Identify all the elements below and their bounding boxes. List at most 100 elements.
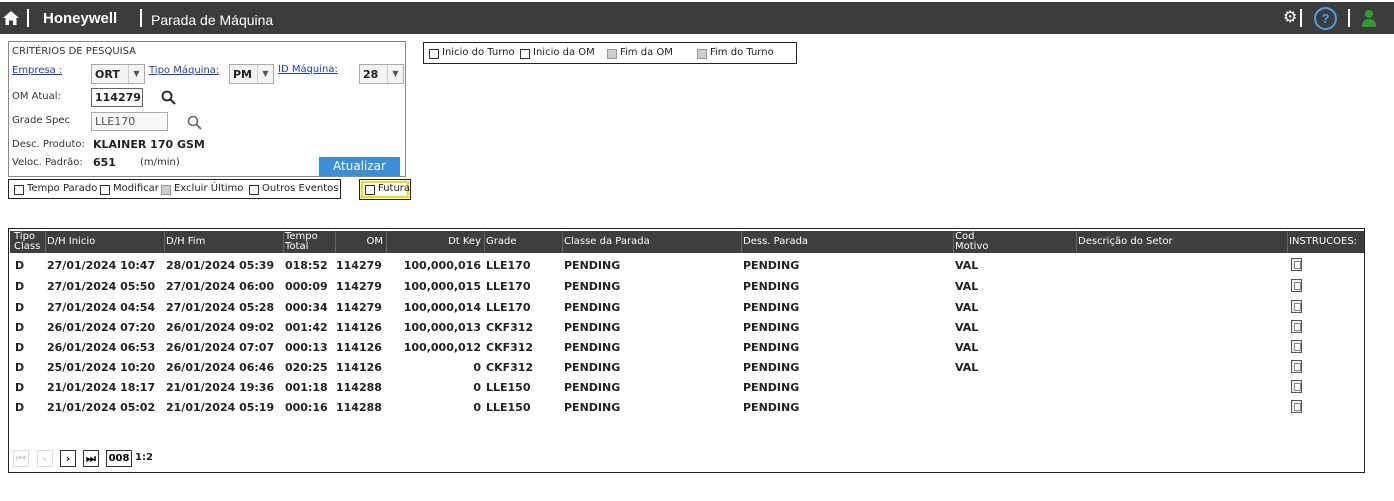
table-row[interactable]: D 21/01/2024 05:02 21/01/2024 05:19 000:16 1…	[10, 397, 1364, 417]
cell-tempo: 000:13	[285, 341, 328, 354]
search-icon[interactable]	[187, 115, 202, 130]
empresa-link[interactable]: Empresa :	[12, 65, 62, 76]
tipo-maquina-link[interactable]: Tipo Máquina:	[149, 65, 219, 76]
table-row[interactable]: D 27/01/2024 10:47 28/01/2024 05:39 018:52 1…	[10, 255, 1364, 275]
id-maquina-link[interactable]: ID Máquina:	[278, 64, 338, 75]
table-row[interactable]: D 26/01/2024 06:53 26/01/2024 07:07 000:13 1…	[10, 337, 1364, 357]
col-tempo-total[interactable]: Tempo Total	[285, 232, 318, 252]
option-futura: Futura	[378, 183, 411, 194]
update-button[interactable]: Atualizar	[319, 157, 400, 176]
future-option-box: Futura	[359, 179, 411, 200]
option-tempo-parado: Tempo Parado	[27, 183, 98, 194]
cell-om: 114279	[336, 280, 382, 293]
document-icon[interactable]	[1291, 300, 1302, 313]
cell-tempo: 001:18	[285, 381, 328, 394]
col-dt-key[interactable]: Dt Key	[388, 237, 481, 247]
cell-grade: LLE170	[486, 259, 531, 272]
cell-dtkey: 100,000,015	[403, 280, 481, 293]
om-input[interactable]: 114279	[91, 88, 143, 107]
col-dh-inicio[interactable]: D/H Inicio	[47, 237, 95, 247]
cell-om: 114288	[336, 381, 382, 394]
table-row[interactable]: D 26/01/2024 07:20 26/01/2024 09:02 001:42 1…	[10, 317, 1364, 337]
checkbox[interactable]	[365, 185, 375, 195]
cell-dess: PENDING	[743, 381, 800, 394]
page-size-input[interactable]: 008	[106, 450, 132, 467]
col-grade[interactable]: Grade	[486, 237, 517, 247]
search-icon[interactable]	[161, 90, 176, 105]
help-icon[interactable]: ?	[1314, 7, 1337, 30]
cell-om: 114126	[336, 341, 382, 354]
col-cod-motivo[interactable]: Cod Motivo	[955, 232, 988, 252]
first-page-button[interactable]: ⏮	[13, 450, 29, 467]
cell-tipo: D	[15, 301, 25, 314]
table-row[interactable]: D 27/01/2024 04:54 27/01/2024 05:28 000:34 1…	[10, 297, 1364, 317]
gear-icon[interactable]: ⚙	[1283, 9, 1297, 25]
cell-dess: PENDING	[743, 341, 800, 354]
col-tipo-class[interactable]: Tipo Class	[14, 232, 40, 252]
cell-fim: 26/01/2024 07:07	[166, 341, 275, 354]
document-icon[interactable]	[1291, 279, 1302, 292]
cell-tipo: D	[15, 341, 25, 354]
next-page-button[interactable]: ›	[60, 450, 76, 467]
cell-tipo: D	[15, 321, 25, 334]
cell-grade: CKF312	[486, 361, 534, 374]
checkbox[interactable]	[14, 185, 24, 195]
document-icon[interactable]	[1291, 258, 1302, 271]
table-row[interactable]: D 21/01/2024 18:17 21/01/2024 19:36 001:18 1…	[10, 377, 1364, 397]
checkbox[interactable]	[429, 49, 439, 59]
brand-logo: Honeywell	[43, 10, 118, 27]
user-icon[interactable]	[1361, 9, 1377, 27]
home-icon[interactable]	[3, 11, 19, 25]
checkbox[interactable]	[697, 49, 707, 59]
cell-tempo: 000:16	[285, 401, 328, 414]
document-icon[interactable]	[1291, 340, 1302, 353]
cell-dtkey: 100,000,012	[403, 341, 481, 354]
document-icon[interactable]	[1291, 360, 1302, 373]
checkbox[interactable]	[100, 185, 110, 195]
cell-tempo: 001:42	[285, 321, 328, 334]
document-icon[interactable]	[1291, 380, 1302, 393]
cell-fim: 26/01/2024 06:46	[166, 361, 275, 374]
tipo-maquina-select[interactable]: PM ▼	[229, 64, 274, 84]
grade-input[interactable]: LLE170	[91, 112, 168, 131]
prev-page-button[interactable]: ‹	[37, 450, 53, 467]
table-row[interactable]: D 25/01/2024 10:20 26/01/2024 06:46 020:25 1…	[10, 357, 1364, 377]
separator	[27, 9, 29, 27]
cell-fim: 27/01/2024 06:00	[166, 280, 275, 293]
checkbox[interactable]	[520, 49, 530, 59]
empresa-select[interactable]: ORT ▼	[91, 64, 145, 84]
cell-grade: LLE170	[486, 301, 531, 314]
cell-classe: PENDING	[564, 381, 621, 394]
col-dess-parada[interactable]: Dess. Parada	[743, 237, 808, 247]
col-instrucoes[interactable]: INSTRUCOES:	[1289, 237, 1357, 247]
option-excluir-ultimo: Excluir Último	[174, 183, 244, 194]
period-options-box: Inicio do Turno Inicio da OM Fim da OM F…	[423, 42, 797, 64]
checkbox[interactable]	[607, 49, 617, 59]
table-row[interactable]: D 27/01/2024 05:50 27/01/2024 06:00 000:09 1…	[10, 276, 1364, 296]
col-classe-parada[interactable]: Classe da Parada	[564, 237, 650, 247]
checkbox[interactable]	[249, 185, 259, 195]
last-page-button[interactable]: ⏭	[83, 450, 99, 467]
cell-tempo: 000:34	[285, 301, 328, 314]
cell-classe: PENDING	[564, 280, 621, 293]
col-om[interactable]: OM	[337, 237, 384, 247]
document-icon[interactable]	[1291, 400, 1302, 413]
checkbox[interactable]	[161, 185, 171, 195]
separator	[140, 9, 142, 27]
veloc-value: 651	[93, 156, 116, 169]
col-dh-fim[interactable]: D/H Fim	[166, 237, 205, 247]
cell-fim: 28/01/2024 05:39	[166, 259, 275, 272]
cell-tipo: D	[15, 280, 25, 293]
cell-dess: PENDING	[743, 361, 800, 374]
cell-grade: CKF312	[486, 321, 534, 334]
cell-ini: 26/01/2024 07:20	[47, 321, 156, 334]
cell-tipo: D	[15, 381, 25, 394]
cell-fim: 26/01/2024 09:02	[166, 321, 275, 334]
id-maquina-select[interactable]: 28 ▼	[359, 64, 404, 84]
cell-ini: 27/01/2024 10:47	[47, 259, 156, 272]
col-descricao-setor[interactable]: Descrição do Setor	[1078, 237, 1173, 247]
cell-dess: PENDING	[743, 321, 800, 334]
document-icon[interactable]	[1291, 320, 1302, 333]
cell-fim: 21/01/2024 19:36	[166, 381, 275, 394]
cell-om: 114288	[336, 401, 382, 414]
